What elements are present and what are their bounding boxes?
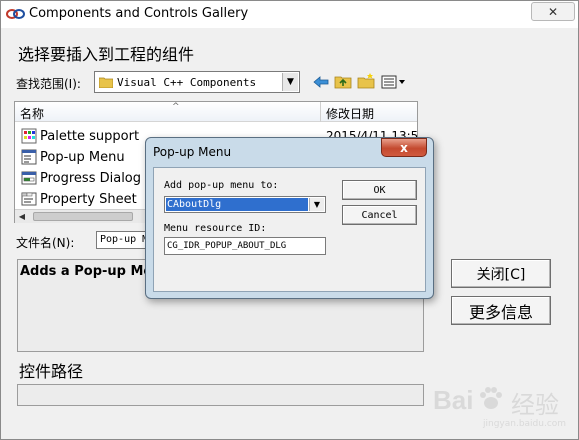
watermark-cn: 经验: [511, 391, 559, 419]
column-header-name[interactable]: 名称: [20, 105, 44, 122]
sort-ascending-icon: ^: [172, 102, 180, 112]
chevron-down-icon: ▼: [309, 198, 324, 211]
property-sheet-icon: [21, 192, 37, 206]
ok-button[interactable]: OK: [342, 180, 417, 200]
popup-dialog-body: Add pop-up menu to: CAboutDlg ▼ Menu res…: [153, 167, 426, 292]
list-item-label: Pop-up Menu: [40, 150, 125, 165]
list-item-label: Progress Dialog: [40, 171, 142, 186]
add-popup-label: Add pop-up menu to:: [164, 180, 279, 191]
new-folder-icon[interactable]: [357, 73, 375, 89]
column-header-date[interactable]: 修改日期: [326, 105, 374, 122]
look-in-value: Visual C++ Components: [117, 76, 257, 89]
close-button[interactable]: 关闭[C]: [451, 259, 551, 288]
scrollbar-thumb[interactable]: [33, 212, 133, 221]
more-info-button[interactable]: 更多信息: [451, 296, 551, 325]
baidu-watermark: Bai 经验 jingyan.baidu.com: [433, 379, 573, 429]
popup-menu-icon: [21, 149, 37, 165]
instruction-heading: 选择要插入到工程的组件: [18, 45, 195, 64]
add-popup-selected: CAboutDlg: [166, 198, 308, 211]
view-menu-icon[interactable]: [381, 74, 407, 90]
watermark-brand: Bai: [433, 385, 474, 415]
close-icon: x: [400, 140, 408, 155]
list-item-label: Palette support: [40, 129, 140, 144]
column-divider[interactable]: [320, 102, 321, 122]
menu-resource-input[interactable]: CG_IDR_POPUP_ABOUT_DLG: [164, 237, 326, 255]
scroll-left-icon[interactable]: ◀: [15, 210, 29, 223]
watermark-url: jingyan.baidu.com: [483, 419, 567, 429]
window-title: Components and Controls Gallery: [29, 6, 249, 21]
control-path-label: 控件路径: [19, 362, 84, 381]
list-item-label: Property Sheet: [40, 192, 137, 207]
palette-icon: [21, 128, 37, 144]
menu-resource-label: Menu resource ID:: [164, 223, 267, 234]
app-logo-icon: [6, 9, 25, 19]
horizontal-scrollbar[interactable]: ◀: [15, 209, 145, 223]
control-path-field: [17, 384, 424, 406]
back-arrow-icon[interactable]: [312, 74, 330, 90]
progress-icon: [21, 171, 37, 185]
close-icon: ✕: [547, 4, 559, 19]
file-name-label: 文件名(N):: [16, 236, 75, 250]
list-header: 名称 ^ 修改日期: [15, 102, 417, 122]
title-bar: Components and Controls Gallery ✕: [1, 1, 578, 28]
look-in-dropdown[interactable]: Visual C++ Components ▼: [94, 71, 300, 93]
popup-close-button[interactable]: x: [381, 138, 427, 157]
cancel-button[interactable]: Cancel: [342, 205, 417, 225]
look-in-label: 查找范围(I):: [16, 77, 81, 91]
chevron-down-icon: ▼: [282, 73, 298, 91]
paw-icon: [480, 387, 502, 409]
popup-dialog-title: Pop-up Menu: [153, 145, 232, 159]
add-popup-dropdown[interactable]: CAboutDlg ▼: [164, 196, 326, 213]
folder-icon: [99, 77, 113, 88]
popup-menu-dialog: Pop-up Menu x Add pop-up menu to: CAbout…: [145, 137, 434, 299]
up-folder-icon[interactable]: [334, 73, 352, 89]
window-close-button[interactable]: ✕: [531, 2, 575, 21]
